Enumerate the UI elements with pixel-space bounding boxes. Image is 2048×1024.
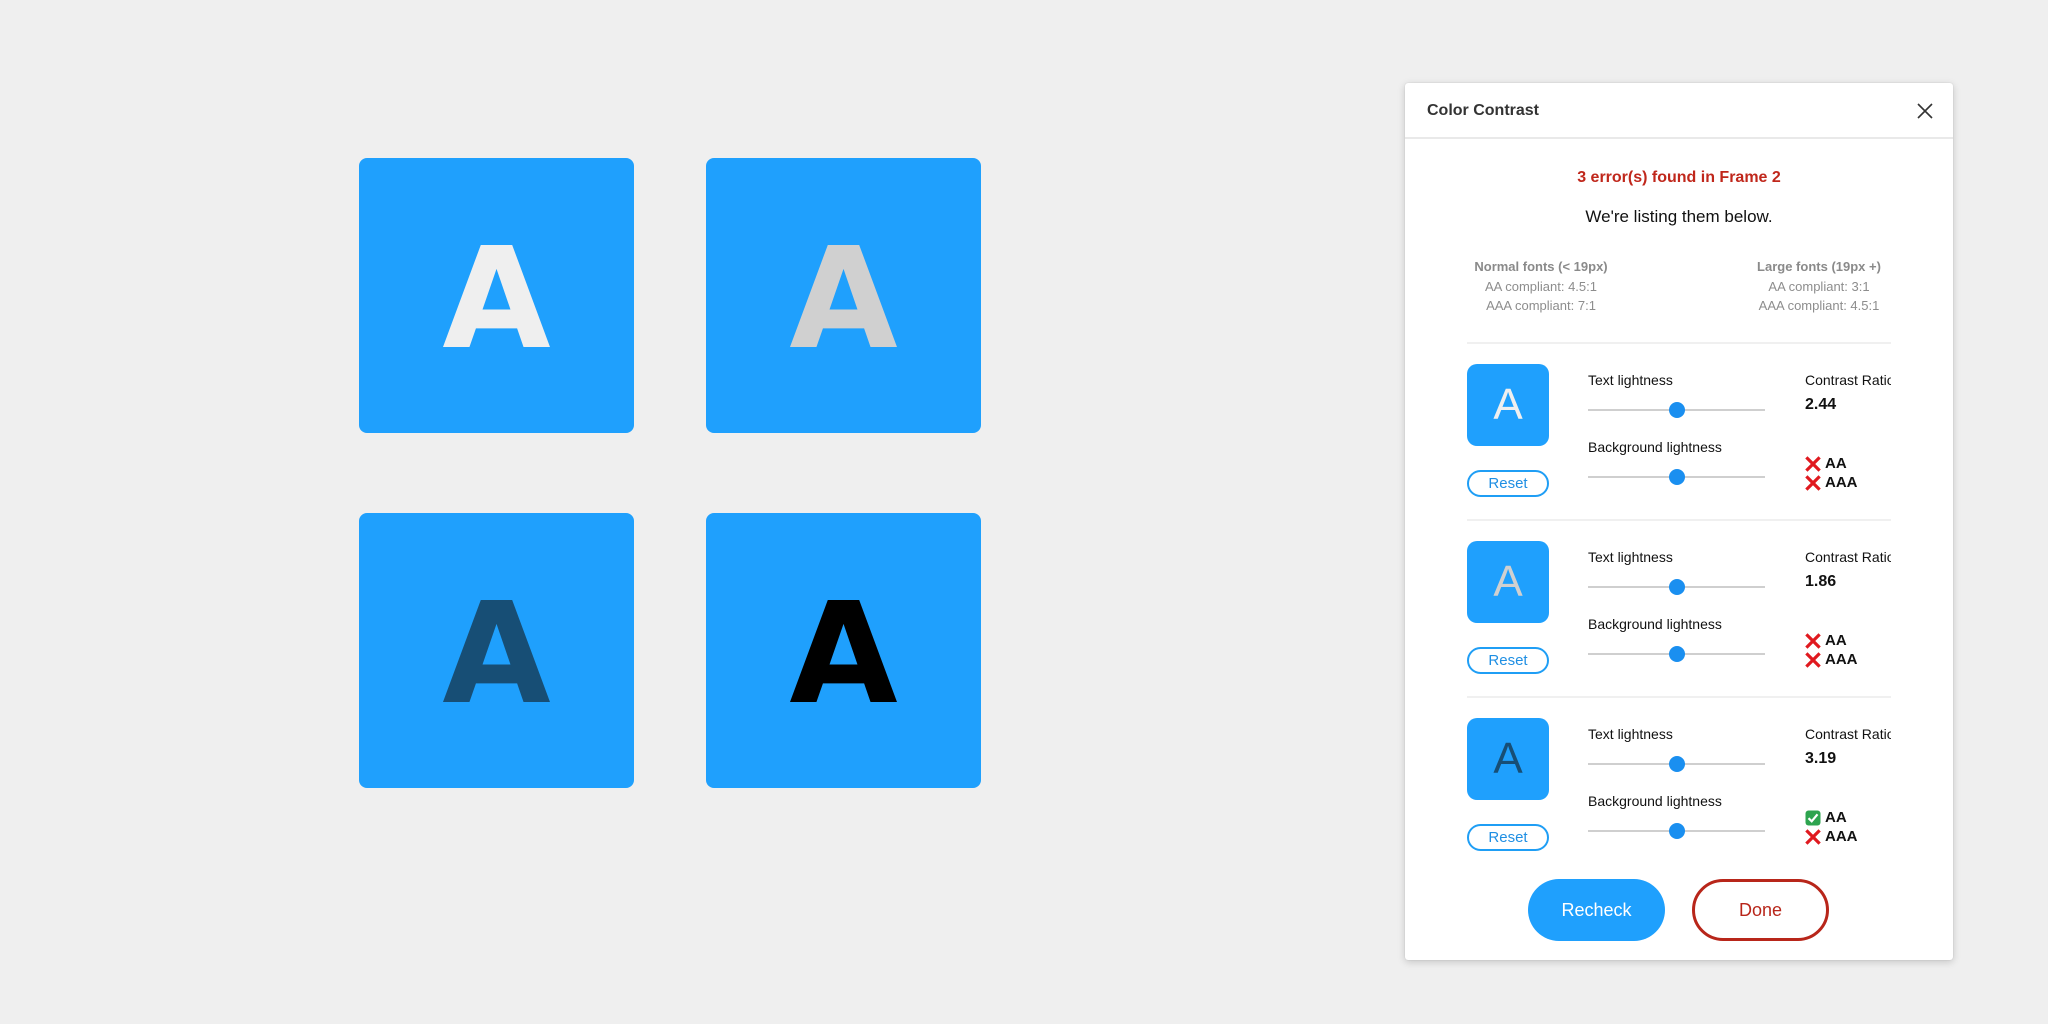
tile-letter: A xyxy=(789,572,898,736)
fail-icon xyxy=(1805,455,1821,472)
error-row: A Reset Text lightness Background lightn… xyxy=(1467,364,1891,520)
text-lightness-slider[interactable] xyxy=(1588,755,1765,773)
text-lightness-label: Text lightness xyxy=(1588,372,1673,388)
canvas-tile[interactable]: A xyxy=(706,158,981,433)
contrast-ratio-label: Contrast Ratio xyxy=(1805,726,1891,742)
preview-letter: A xyxy=(1493,734,1523,783)
contrast-ratio-label: Contrast Ratio xyxy=(1805,549,1891,565)
requirement-aa: AA compliant: 4.5:1 xyxy=(1484,278,1597,294)
color-preview: A xyxy=(1467,718,1549,800)
aaa-status: AAA xyxy=(1805,827,1858,846)
requirement-heading: Normal fonts (< 19px) xyxy=(1474,259,1608,274)
fail-icon xyxy=(1805,632,1821,649)
done-button[interactable]: Done xyxy=(1692,879,1829,941)
large-fonts-requirements: Large fonts (19px +) AA compliant: 3:1 A… xyxy=(1719,257,1919,316)
reset-button[interactable]: Reset xyxy=(1467,470,1549,497)
requirement-aa: AA compliant: 3:1 xyxy=(1768,278,1870,294)
reset-button[interactable]: Reset xyxy=(1467,647,1549,674)
dialog-subtitle: We're listing them below. xyxy=(1585,207,1773,226)
dialog-title: Color Contrast xyxy=(1427,102,1539,119)
slider-thumb[interactable] xyxy=(1668,646,1685,662)
aa-status: AA xyxy=(1805,631,1847,650)
requirement-heading: Large fonts (19px +) xyxy=(1757,259,1881,274)
divider xyxy=(1467,342,1891,344)
text-lightness-label: Text lightness xyxy=(1588,726,1673,742)
aaa-label: AAA xyxy=(1825,828,1858,845)
close-button[interactable] xyxy=(1913,99,1937,123)
recheck-button[interactable]: Recheck xyxy=(1528,879,1665,941)
aa-status: AA xyxy=(1805,454,1847,473)
canvas-tile[interactable]: A xyxy=(359,158,634,433)
close-icon xyxy=(1917,103,1933,119)
aaa-status: AAA xyxy=(1805,650,1858,669)
color-preview: A xyxy=(1467,364,1549,446)
aaa-label: AAA xyxy=(1825,651,1858,668)
dialog-header: Color Contrast xyxy=(1405,83,1953,139)
fail-icon xyxy=(1805,474,1821,491)
tile-letter: A xyxy=(442,572,551,736)
text-lightness-label: Text lightness xyxy=(1588,549,1673,565)
background-lightness-label: Background lightness xyxy=(1588,793,1722,809)
divider xyxy=(1467,519,1891,521)
background-lightness-slider[interactable] xyxy=(1588,822,1765,840)
fail-icon xyxy=(1805,828,1821,845)
color-contrast-dialog: Color Contrast 3 error(s) found in Frame… xyxy=(1405,83,1953,960)
reset-button[interactable]: Reset xyxy=(1467,824,1549,851)
contrast-ratio-label: Contrast Ratio xyxy=(1805,372,1891,388)
preview-letter: A xyxy=(1493,380,1523,429)
text-lightness-slider[interactable] xyxy=(1588,578,1765,596)
aa-status: AA xyxy=(1805,808,1847,827)
background-lightness-label: Background lightness xyxy=(1588,616,1722,632)
canvas-tile[interactable]: A xyxy=(706,513,981,788)
tile-letter: A xyxy=(442,217,551,381)
slider-thumb[interactable] xyxy=(1668,823,1685,839)
color-preview: A xyxy=(1467,541,1549,623)
error-row: A Reset Text lightness Background lightn… xyxy=(1467,541,1891,697)
aa-label: AA xyxy=(1825,632,1847,649)
requirement-aaa: AAA compliant: 4.5:1 xyxy=(1758,298,1880,313)
background-lightness-label: Background lightness xyxy=(1588,439,1722,455)
text-lightness-slider[interactable] xyxy=(1588,401,1765,419)
aa-label: AA xyxy=(1825,455,1847,472)
fail-icon xyxy=(1805,651,1821,668)
contrast-ratio-value: 3.19 xyxy=(1805,750,1837,767)
divider xyxy=(1467,696,1891,698)
slider-thumb[interactable] xyxy=(1668,756,1685,772)
slider-thumb[interactable] xyxy=(1668,402,1685,418)
slider-thumb[interactable] xyxy=(1668,579,1685,595)
contrast-ratio-value: 1.86 xyxy=(1805,573,1837,590)
aaa-label: AAA xyxy=(1825,474,1858,491)
pass-check-icon xyxy=(1805,810,1821,825)
aaa-status: AAA xyxy=(1805,473,1858,492)
preview-letter: A xyxy=(1493,557,1523,606)
error-summary: 3 error(s) found in Frame 2 xyxy=(1577,169,1781,186)
slider-thumb[interactable] xyxy=(1668,469,1685,485)
normal-fonts-requirements: Normal fonts (< 19px) AA compliant: 4.5:… xyxy=(1441,257,1641,316)
background-lightness-slider[interactable] xyxy=(1588,468,1765,486)
contrast-ratio-value: 2.44 xyxy=(1805,396,1837,413)
aa-label: AA xyxy=(1825,809,1847,826)
tile-letter: A xyxy=(789,217,898,381)
requirement-aaa: AAA compliant: 7:1 xyxy=(1486,298,1596,313)
canvas-tile[interactable]: A xyxy=(359,513,634,788)
background-lightness-slider[interactable] xyxy=(1588,645,1765,663)
error-row: A Reset Text lightness Background lightn… xyxy=(1467,718,1891,874)
